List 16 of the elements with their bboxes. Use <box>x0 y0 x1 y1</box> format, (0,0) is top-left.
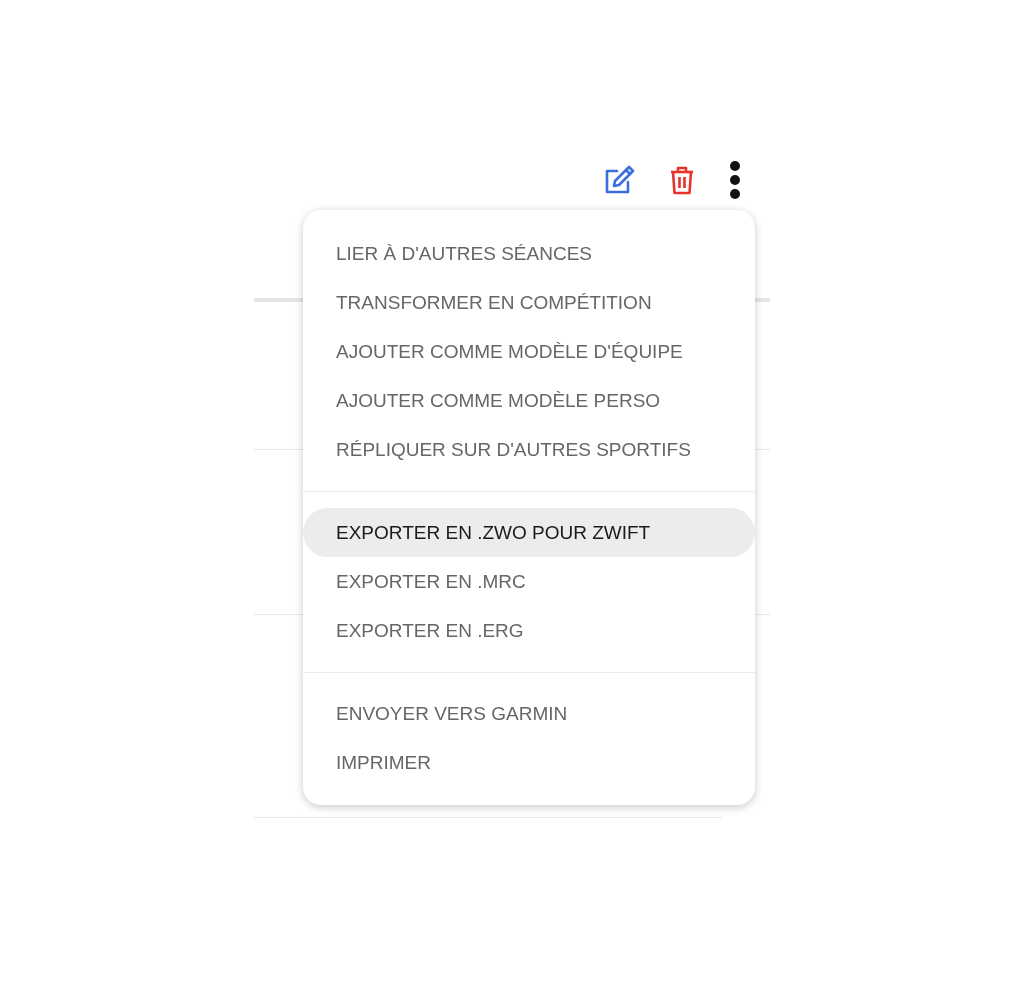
menu-item[interactable]: AJOUTER COMME MODÈLE PERSO <box>303 376 755 425</box>
menu-item[interactable]: LIER À D'AUTRES SÉANCES <box>303 229 755 278</box>
menu-item[interactable]: ENVOYER VERS GARMIN <box>303 689 755 738</box>
menu-item[interactable]: TRANSFORMER EN COMPÉTITION <box>303 278 755 327</box>
menu-item[interactable]: RÉPLIQUER SUR D'AUTRES SPORTIFS <box>303 425 755 474</box>
edit-icon <box>603 165 635 195</box>
menu-item[interactable]: EXPORTER EN .ERG <box>303 606 755 655</box>
menu-item[interactable]: EXPORTER EN .ZWO POUR ZWIFT <box>303 508 755 557</box>
edit-button[interactable] <box>603 165 635 195</box>
menu-item[interactable]: AJOUTER COMME MODÈLE D'ÉQUIPE <box>303 327 755 376</box>
trash-button[interactable] <box>669 165 695 195</box>
menu-item[interactable]: EXPORTER EN .MRC <box>303 557 755 606</box>
trash-icon <box>669 165 695 195</box>
more-button[interactable] <box>729 161 741 199</box>
more-icon <box>729 161 741 199</box>
menu-item[interactable]: IMPRIMER <box>303 738 755 787</box>
